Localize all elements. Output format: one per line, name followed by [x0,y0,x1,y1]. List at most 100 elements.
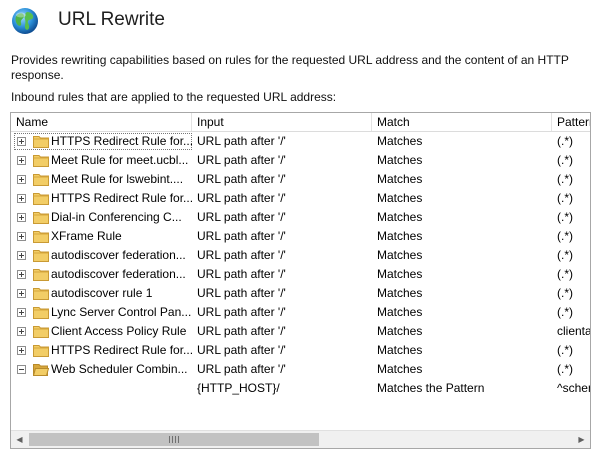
expand-icon[interactable] [17,308,26,317]
folder-icon [33,193,49,205]
condition-row[interactable]: {HTTP_HOST}/ Matches the Pattern ^schem [11,379,590,398]
rule-input: URL path after '/' [197,229,286,243]
rule-name-cell[interactable]: autodiscover rule 1 [11,284,192,303]
rule-match: Matches [377,210,423,224]
condition-match: Matches the Pattern [377,381,485,395]
rule-pattern: (.*) [557,229,573,243]
expand-icon[interactable] [17,232,26,241]
table-row[interactable]: Meet Rule for meet.ucbl... URL path after… [11,151,590,170]
rule-input: URL path after '/' [197,343,286,357]
expand-icon[interactable] [17,213,26,222]
rule-match: Matches [377,305,423,319]
folder-icon [33,231,49,243]
table-row[interactable]: HTTPS Redirect Rule for... URL path after… [11,189,590,208]
table-row[interactable]: HTTPS Redirect Rule for... URL path after… [11,132,590,151]
folder-icon [33,136,49,148]
folder-icon [33,345,49,357]
expand-icon[interactable] [17,327,26,336]
table-row[interactable]: Meet Rule for lswebint.... URL path after… [11,170,590,189]
folder-icon [33,174,49,186]
rule-pattern: (.*) [557,210,573,224]
expand-icon[interactable] [17,137,26,146]
expand-icon[interactable] [17,289,26,298]
table-row[interactable]: XFrame Rule URL path after '/' Matches (.*) [11,227,590,246]
rule-match: Matches [377,267,423,281]
rule-name-cell[interactable]: XFrame Rule [11,227,192,246]
rule-name-cell[interactable]: HTTPS Redirect Rule for... [11,132,192,151]
column-header-pattern[interactable]: Pattern [552,113,590,131]
rule-pattern: (.*) [557,153,573,167]
rule-match: Matches [377,248,423,262]
table-row[interactable]: Dial-in Conferencing C... URL path after … [11,208,590,227]
rule-pattern: (.*) [557,362,573,376]
table-row[interactable]: autodiscover federation... URL path after… [11,265,590,284]
folder-icon [33,155,49,167]
rule-input: URL path after '/' [197,362,286,376]
expand-icon[interactable] [17,346,26,355]
rule-name-cell[interactable]: Meet Rule for meet.ucbl... [11,151,192,170]
folder-icon [33,212,49,224]
rule-name: Dial-in Conferencing C... [51,210,182,224]
scroll-right-button[interactable]: ▶ [573,431,590,448]
table-row[interactable]: Web Scheduler Combin... URL path after '/… [11,360,590,379]
column-header-input[interactable]: Input [192,113,372,131]
inbound-rules-grid[interactable]: Name Input Match Pattern HTTPS Redirect … [10,112,591,449]
table-row[interactable]: Client Access Policy Rule URL path after … [11,322,590,341]
rule-name-cell[interactable]: HTTPS Redirect Rule for... [11,341,192,360]
scroll-thumb[interactable] [29,433,319,446]
column-header-name[interactable]: Name [11,113,192,131]
folder-icon [33,307,49,319]
expand-icon[interactable] [17,175,26,184]
folder-icon [33,288,49,300]
condition-pattern: ^schem [557,381,590,395]
rule-pattern: (.*) [557,134,573,148]
rule-name: Meet Rule for meet.ucbl... [51,153,189,167]
rule-input: URL path after '/' [197,153,286,167]
rule-input: URL path after '/' [197,210,286,224]
collapse-icon[interactable] [17,365,26,374]
rule-name-cell[interactable]: autodiscover federation... [11,265,192,284]
rule-match: Matches [377,343,423,357]
rule-name: autodiscover rule 1 [51,286,153,300]
rule-match: Matches [377,191,423,205]
rule-name-cell[interactable]: Meet Rule for lswebint.... [11,170,192,189]
rule-input: URL path after '/' [197,286,286,300]
feature-description: Provides rewriting capabilities based on… [11,53,569,82]
rule-name: autodiscover federation... [51,267,186,281]
rule-name-cell[interactable]: autodiscover federation... [11,246,192,265]
rule-name-cell[interactable]: HTTPS Redirect Rule for... [11,189,192,208]
rule-match: Matches [377,134,423,148]
table-row[interactable]: autodiscover federation... URL path after… [11,246,590,265]
column-header-row: Name Input Match Pattern [11,113,590,132]
table-row[interactable]: HTTPS Redirect Rule for... URL path after… [11,341,590,360]
rule-name-cell[interactable]: Client Access Policy Rule [11,322,192,341]
rule-name-cell[interactable]: Dial-in Conferencing C... [11,208,192,227]
horizontal-scrollbar[interactable]: ◀ ▶ [11,430,590,448]
rule-name: XFrame Rule [51,229,122,243]
table-row[interactable]: Lync Server Control Pan... URL path after… [11,303,590,322]
table-row[interactable]: autodiscover rule 1 URL path after '/' Mat… [11,284,590,303]
rule-pattern: (.*) [557,286,573,300]
rule-input: URL path after '/' [197,324,286,338]
rule-match: Matches [377,286,423,300]
globe-icon [12,8,38,34]
rule-pattern: (.*) [557,267,573,281]
expand-icon[interactable] [17,156,26,165]
scroll-left-button[interactable]: ◀ [11,431,28,448]
expand-icon[interactable] [17,270,26,279]
expand-icon[interactable] [17,194,26,203]
page-title: URL Rewrite [58,9,165,30]
expand-icon[interactable] [17,251,26,260]
rule-match: Matches [377,153,423,167]
rule-name-cell[interactable]: Web Scheduler Combin... [11,360,192,379]
rule-input: URL path after '/' [197,305,286,319]
rule-name-cell[interactable]: Lync Server Control Pan... [11,303,192,322]
condition-input: {HTTP_HOST}/ [197,381,280,395]
rules-list: HTTPS Redirect Rule for... URL path after… [11,132,590,398]
rule-match: Matches [377,362,423,376]
rule-input: URL path after '/' [197,172,286,186]
rule-pattern: clienta [557,324,591,338]
rule-input: URL path after '/' [197,191,286,205]
column-header-match[interactable]: Match [372,113,552,131]
rule-pattern: (.*) [557,172,573,186]
